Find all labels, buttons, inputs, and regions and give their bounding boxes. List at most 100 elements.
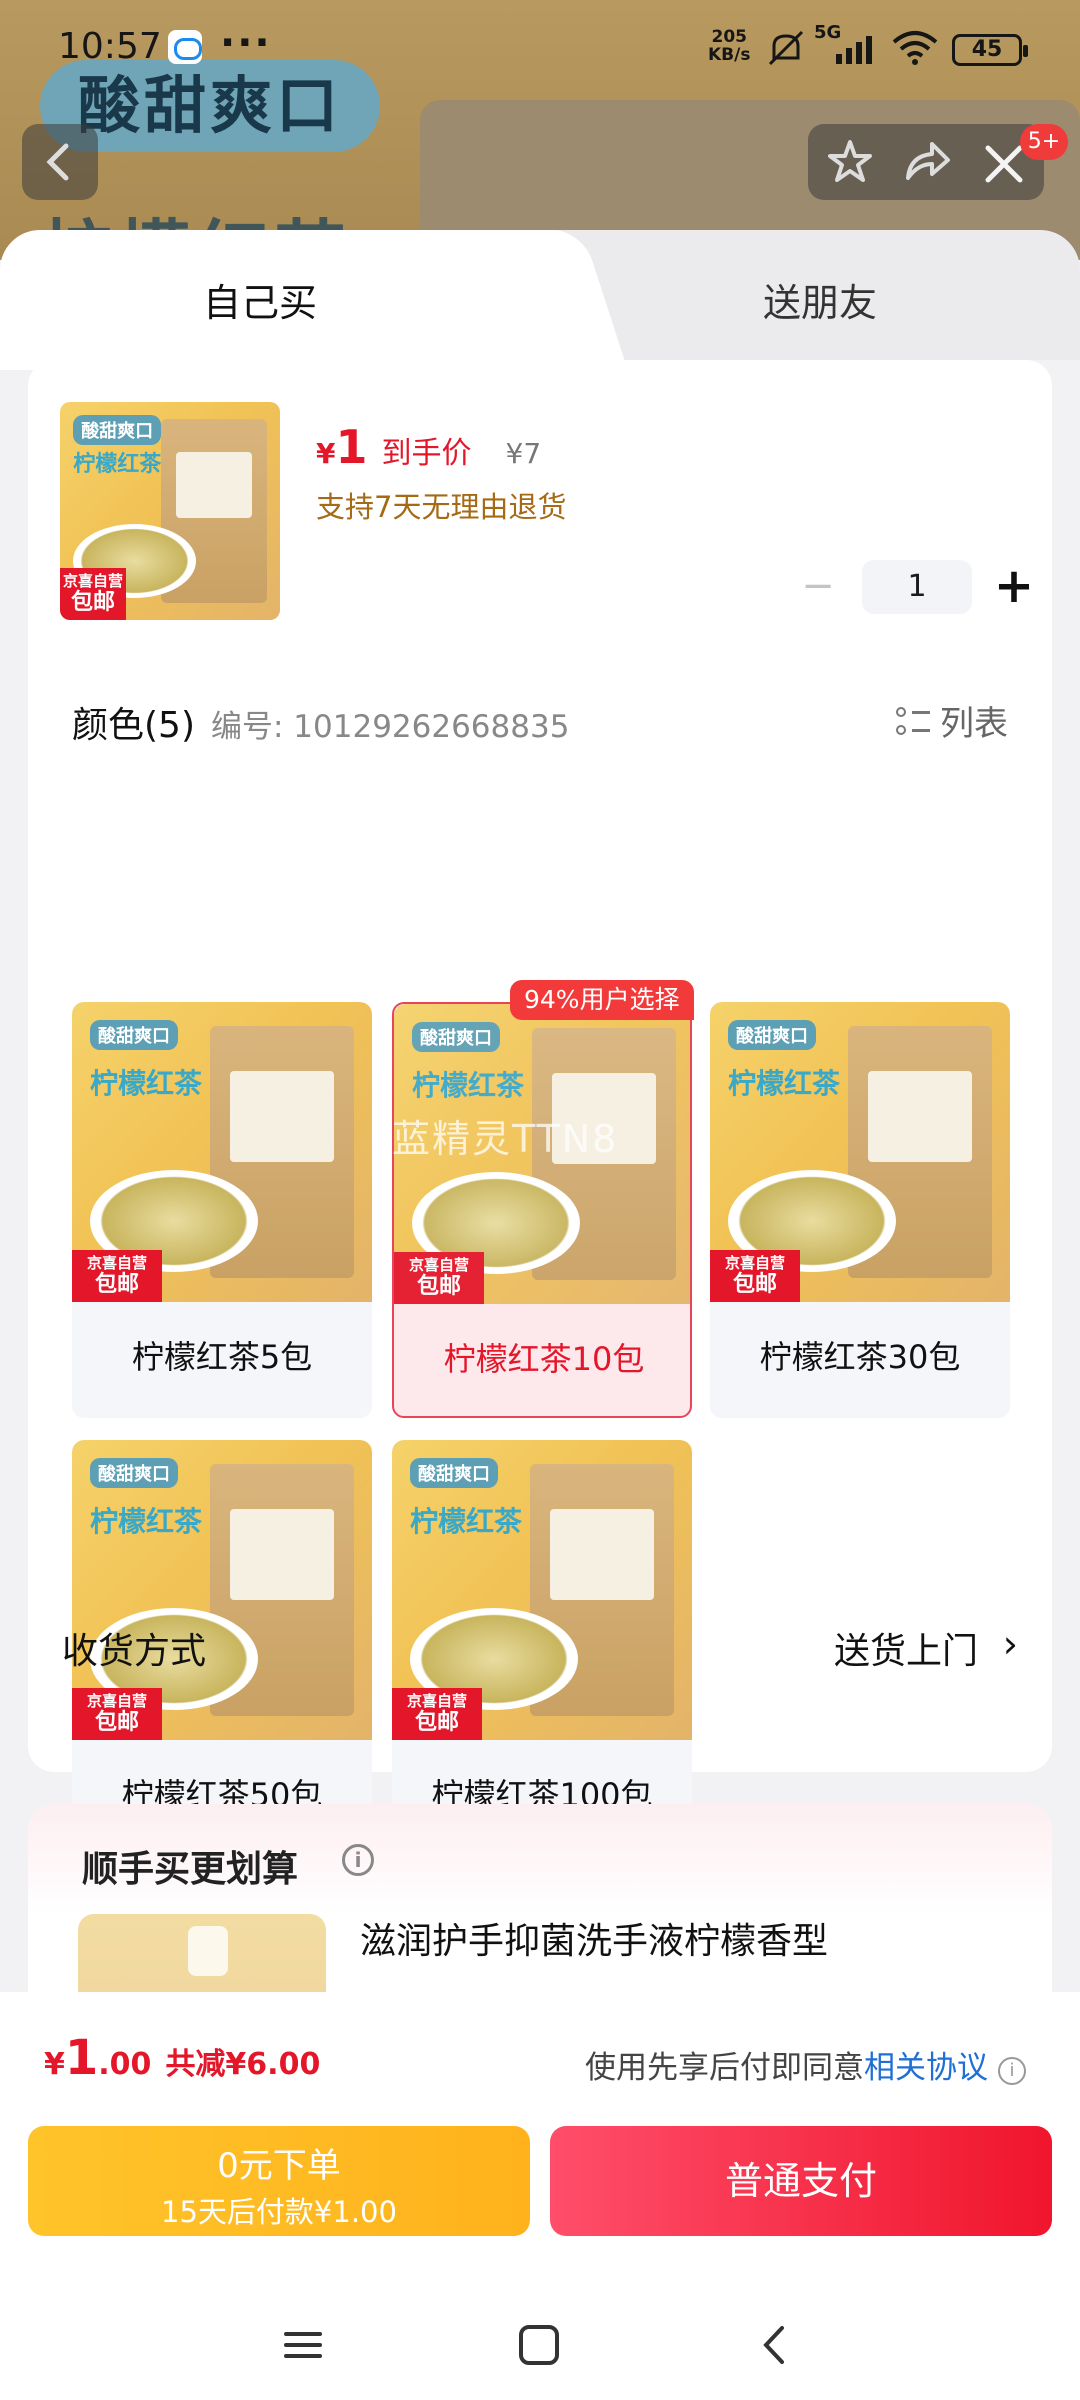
zero-down-label: 0元下单 — [217, 2146, 341, 2186]
message-count-badge: 5+ — [1020, 124, 1068, 160]
jd-free-shipping: 包邮 — [416, 1274, 461, 1299]
delivery-label: 收货方式 — [62, 1631, 207, 1672]
variant-name: 柠檬红茶10包 — [443, 1340, 645, 1378]
thumb-tag: 酸甜爽口 — [90, 1020, 178, 1050]
page-top-actions — [808, 124, 1044, 200]
thumb-title: 柠檬红茶 — [90, 1505, 203, 1538]
thumb-title: 柠檬红茶 — [410, 1505, 523, 1538]
variant-name: 柠檬红茶5包 — [131, 1338, 313, 1376]
jd-label: 京喜自营 — [86, 1692, 147, 1710]
menu-icon[interactable] — [268, 2310, 338, 2380]
network-speed: 205 KB/s — [708, 28, 750, 64]
mute-icon — [768, 30, 804, 66]
total-currency: ¥ — [44, 2047, 65, 2082]
page-back-button[interactable] — [22, 124, 98, 200]
tea-cup-image — [412, 1172, 580, 1274]
quantity-decrease-button[interactable]: − — [788, 560, 848, 614]
agreement-link[interactable]: 相关协议 — [864, 2050, 988, 2086]
addon-product-name[interactable]: 滋润护手抑菌洗手液柠檬香型 — [360, 1912, 828, 1964]
thumb-title: 柠檬红茶 — [73, 451, 162, 477]
wifi-icon — [892, 31, 938, 65]
addon-title: 顺手买更划算 — [82, 1849, 299, 1890]
agreement-info-icon[interactable]: i — [998, 2057, 1026, 2085]
info-icon[interactable]: i — [342, 1844, 374, 1876]
product-options-card: 酸甜爽口 柠檬红茶 京喜自营 包邮 ¥1 到手价 ¥7 支持7天无理由退货 − 1 +… — [28, 360, 1052, 1856]
network-speed-value: 205 — [711, 27, 747, 47]
status-bar: 10:57 ··· 205 KB/s 5G 45 — [0, 0, 1080, 100]
signal-icon — [836, 36, 872, 64]
list-view-label: 列表 — [940, 704, 1008, 744]
jd-badge: 京喜自营 包邮 — [72, 1250, 162, 1302]
agreement-prefix: 使用先享后付即同意 — [585, 2050, 864, 2086]
jd-badge: 京喜自营 包邮 — [710, 1250, 800, 1302]
list-view-button[interactable]: 列表 — [896, 696, 1008, 745]
total-price-integer: 1 — [64, 2030, 99, 2086]
jd-label: 京喜自营 — [62, 572, 123, 590]
share-icon[interactable] — [898, 134, 954, 190]
thumb-tag: 酸甜爽口 — [410, 1458, 498, 1488]
jd-free-shipping: 包邮 — [414, 1710, 459, 1735]
price-value: 1 — [335, 420, 368, 474]
back-icon[interactable] — [740, 2310, 810, 2380]
variant-image: 酸甜爽口 柠檬红茶 京喜自营 包邮 — [710, 1002, 1010, 1302]
zero-down-sublabel: 15天后付款¥1.00 — [161, 2195, 397, 2229]
price-label: 到手价 — [381, 436, 472, 471]
jd-free-shipping: 包邮 — [70, 590, 115, 615]
thumb-title: 柠檬红茶 — [412, 1069, 525, 1102]
quantity-increase-button[interactable]: + — [984, 560, 1044, 614]
system-navigation-bar — [0, 2290, 1080, 2400]
color-section-header: 颜色(5) 编号: 10129262668835 — [72, 696, 569, 748]
variant-image: 酸甜爽口柠檬红茶京喜自营 包邮 — [72, 1440, 372, 1740]
jd-label: 京喜自营 — [408, 1256, 469, 1274]
tab-send-friend-label: 送朋友 — [762, 281, 877, 325]
variant-option[interactable]: 酸甜爽口柠檬红茶京喜自营 包邮柠檬红茶10包 — [392, 1002, 692, 1418]
thumb-tag: 酸甜爽口 — [412, 1022, 500, 1052]
jd-free-shipping: 包邮 — [94, 1272, 139, 1297]
chevron-left-icon — [46, 143, 69, 181]
normal-pay-button[interactable]: 普通支付 — [550, 2126, 1052, 2236]
product-code: 编号: 10129262668835 — [211, 709, 570, 745]
variant-image: 酸甜爽口柠檬红茶京喜自营 包邮 — [72, 1002, 372, 1302]
total-price-decimal: .00 — [98, 2047, 152, 2082]
favorite-star-icon[interactable] — [822, 134, 878, 190]
agreement-text: 使用先享后付即同意相关协议 i — [585, 2042, 1026, 2087]
jd-label: 京喜自营 — [406, 1692, 467, 1710]
watermark-text: 蓝精灵TTN8 — [392, 1117, 619, 1161]
total-discount: 共减¥6.00 — [165, 2047, 321, 2082]
status-time: 10:57 — [58, 26, 162, 67]
jd-label: 京喜自营 — [86, 1254, 147, 1272]
purchase-tabs: 送朋友 自己买 — [0, 230, 1080, 370]
delivery-method-row[interactable]: 收货方式 送货上门 › — [62, 1610, 1018, 1690]
variant-option[interactable]: 酸甜爽口柠檬红茶京喜自营 包邮柠檬红茶5包 — [72, 1002, 372, 1418]
popular-choice-badge: 94%用户选择 — [510, 980, 694, 1020]
jd-badge: 京喜自营 包邮 — [392, 1688, 482, 1740]
jd-badge: 京喜自营 包邮 — [394, 1252, 484, 1304]
original-price: ¥7 — [505, 437, 542, 470]
delivery-value: 送货上门 — [833, 1631, 978, 1672]
home-icon[interactable] — [504, 2310, 574, 2380]
thumb-tag: 酸甜爽口 — [728, 1020, 816, 1050]
product-thumbnail[interactable]: 酸甜爽口 柠檬红茶 京喜自营 包邮 — [60, 402, 280, 620]
price-row: ¥1 到手价 ¥7 — [316, 420, 541, 474]
variant-option[interactable]: 酸甜爽口 柠檬红茶 京喜自营 包邮 柠檬红茶30包 — [710, 1002, 1010, 1418]
thumb-tag: 酸甜爽口 — [90, 1458, 178, 1488]
thumb-tag: 酸甜爽口 — [73, 415, 162, 446]
message-notification-icon — [168, 30, 202, 64]
color-label: 颜色(5) — [72, 705, 195, 746]
jd-badge: 京喜自营 包邮 — [60, 568, 126, 620]
tab-buy-self[interactable]: 自己买 — [0, 230, 545, 370]
tab-send-friend[interactable]: 送朋友 — [560, 230, 1080, 360]
tab-buy-self-label: 自己买 — [202, 281, 317, 325]
chevron-right-icon: › — [1002, 1622, 1018, 1666]
return-policy: 支持7天无理由退货 — [316, 490, 567, 524]
list-icon — [896, 705, 930, 739]
jd-free-shipping: 包邮 — [732, 1272, 777, 1297]
jd-free-shipping: 包邮 — [94, 1710, 139, 1735]
zero-down-order-button[interactable]: 0元下单 15天后付款¥1.00 — [28, 2126, 530, 2236]
battery-icon: 45 — [952, 34, 1028, 66]
network-speed-unit: KB/s — [708, 45, 751, 65]
variant-image: 酸甜爽口柠檬红茶京喜自营 包邮 — [392, 1440, 692, 1740]
total-price: ¥1.00 共减¥6.00 — [44, 2030, 320, 2086]
quantity-input[interactable]: 1 — [862, 560, 972, 614]
thumb-title: 柠檬红茶 — [90, 1067, 203, 1100]
